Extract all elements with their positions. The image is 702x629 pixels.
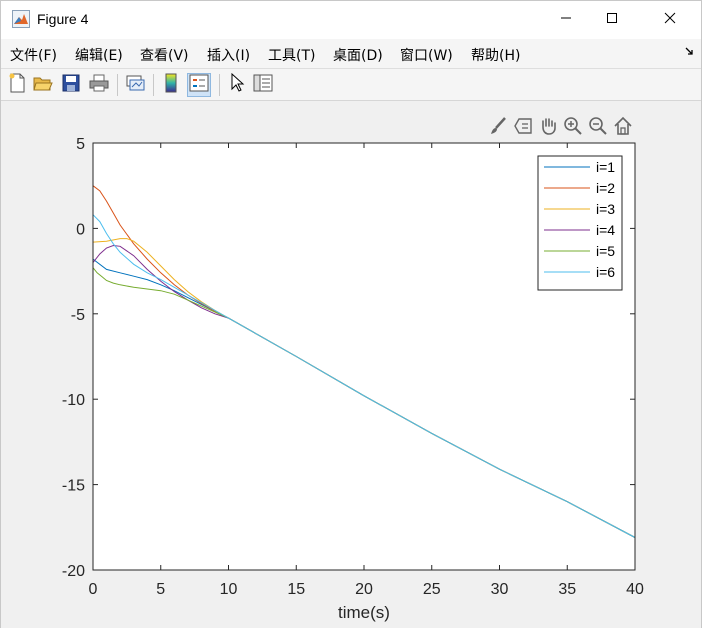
x-tick-label: 35 (558, 581, 576, 598)
x-tick-label: 30 (491, 581, 509, 598)
y-tick-label: 5 (76, 136, 85, 153)
x-tick-label: 40 (626, 581, 644, 598)
figure-window: Figure 4 文件(F) 编辑(E) 查看(V) 插入(I) 工具(T) 桌… (0, 0, 702, 628)
y-tick-label: 0 (76, 221, 85, 238)
x-tick-label: 25 (423, 581, 441, 598)
y-tick-label: -10 (62, 392, 85, 409)
x-tick-label: 5 (156, 581, 165, 598)
legend-entry-1: i=1 (596, 159, 615, 175)
legend-entry-4: i=4 (596, 222, 615, 238)
y-tick-label: -15 (62, 478, 85, 495)
legend-entry-6: i=6 (596, 264, 615, 280)
y-tick-label: -5 (71, 307, 85, 324)
y-tick-label: -20 (62, 563, 85, 580)
legend-entry-2: i=2 (596, 180, 615, 196)
legend-entry-5: i=5 (596, 243, 615, 259)
x-tick-label: 15 (287, 581, 305, 598)
x-tick-label: 0 (89, 581, 98, 598)
x-tick-label: 10 (220, 581, 238, 598)
legend-entry-3: i=3 (596, 201, 615, 217)
x-axis-label: time(s) (338, 603, 390, 622)
line-chart: 0 5 10 15 20 25 30 35 40 5 0 -5 -10 -15 -20 time(s) i=1 i… (62, 136, 644, 622)
x-tick-label: 20 (355, 581, 373, 598)
